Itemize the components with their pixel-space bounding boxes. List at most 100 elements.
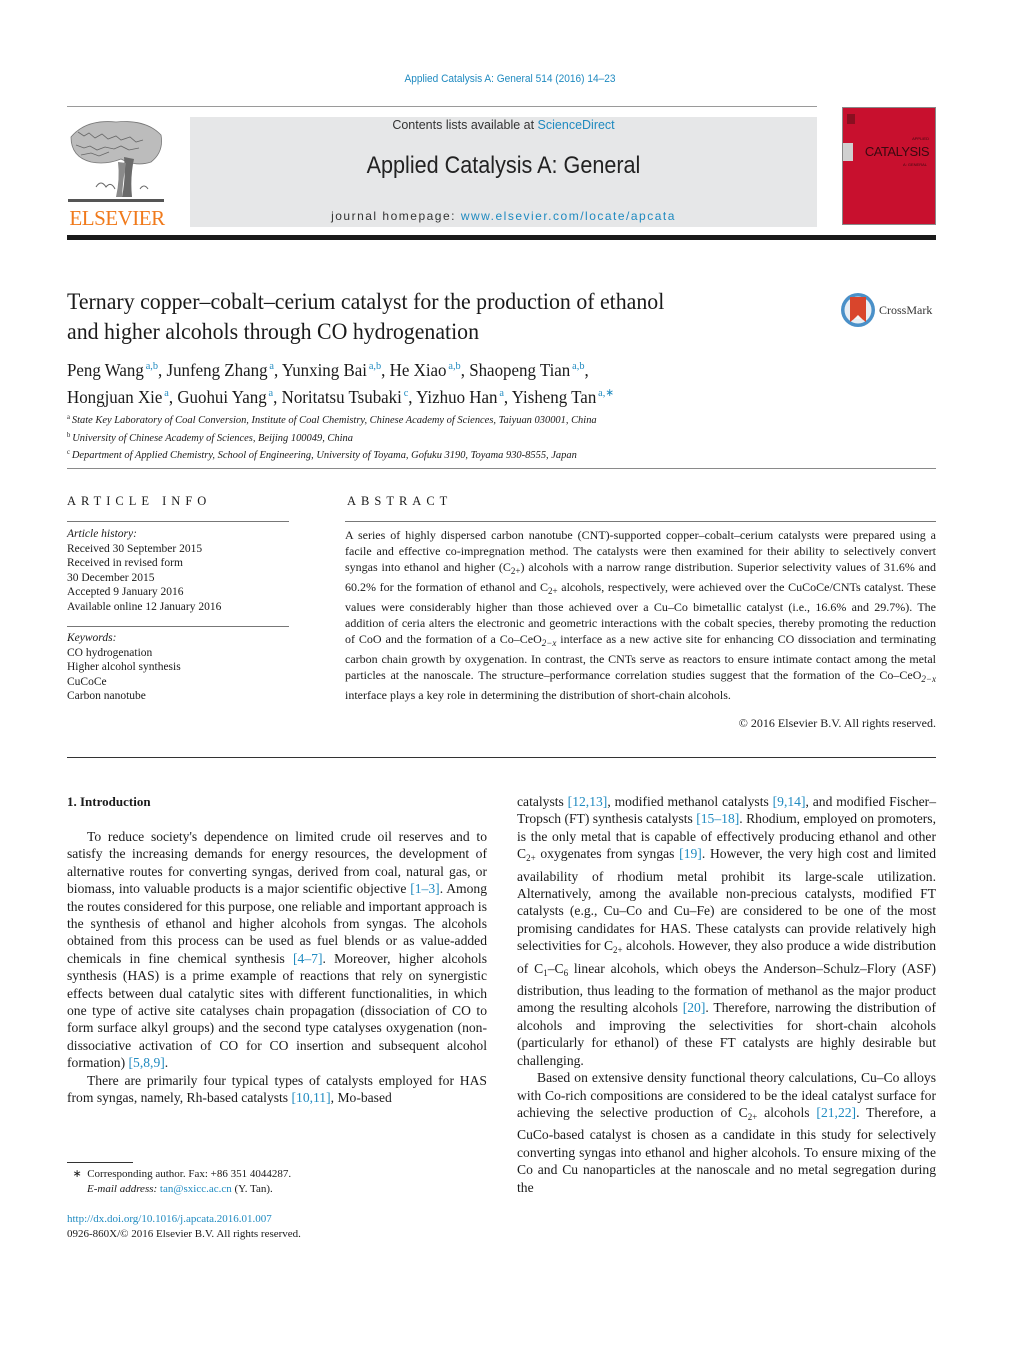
citation-link[interactable]: [12,13] [568,794,608,809]
divider [345,521,936,522]
elsevier-logo[interactable]: ELSEVIER [66,117,168,230]
crossmark-badge[interactable]: CrossMark [840,290,940,330]
doi-block: http://dx.doi.org/10.1016/j.apcata.2016.… [67,1212,301,1241]
citation-link[interactable]: [10,11] [292,1090,331,1105]
citation-link[interactable]: [9,14] [773,794,806,809]
affiliation-ref[interactable]: a,b [369,360,381,372]
affiliation-ref[interactable]: a [164,387,169,399]
article-history: Article history: Received 30 September 2… [67,527,289,614]
author-name: Guohui Yang [177,387,267,407]
body-column-left: To reduce society's dependence on limite… [67,828,487,1107]
affiliation-ref[interactable]: a,b [146,360,158,372]
header-thick-rule [67,235,936,240]
citation-link[interactable]: [5,8,9] [129,1055,165,1070]
keyword: CuCoCe [67,675,107,688]
text: , modified methanol catalysts [607,794,773,809]
author: Peng Wang a,b, [67,360,167,380]
keyword: CO hydrogenation [67,646,153,659]
author-name: Hongjuan Xie [67,387,163,407]
citation-link[interactable]: [20] [683,1000,706,1015]
author-name: Shaopeng Tian [469,360,571,380]
sciencedirect-link[interactable]: ScienceDirect [538,118,615,132]
author: Shaopeng Tian a,b, [469,360,589,380]
author: Junfeng Zhang a, [166,360,282,380]
author: Guohui Yang a, [177,387,282,407]
affiliation: b University of Chinese Academy of Scienc… [67,428,903,446]
journal-title: Applied Catalysis A: General [366,152,641,179]
citation-link[interactable]: [21,22] [816,1105,856,1120]
cover-logo-mark [847,114,855,124]
abstract-fragment: interface plays a key role in determinin… [345,688,731,702]
keyword: Higher alcohol synthesis [67,661,181,673]
text: . [164,1055,169,1071]
homepage-line: journal homepage: www.elsevier.com/locat… [190,209,817,223]
running-head[interactable]: Applied Catalysis A: General 514 (2016) … [41,73,979,85]
contents-prefix: Contents lists available at [392,118,538,132]
history-label: Article history: [67,528,137,540]
email-suffix: (Y. Tan). [231,1182,273,1195]
citation-link[interactable]: [1–3] [410,881,439,896]
author-list: Peng Wang a,b, Junfeng Zhang a, Yunxing Ba… [67,355,885,409]
subscript: 2+ [510,566,521,576]
article-title: Ternary copper–cobalt–cerium catalyst fo… [67,287,789,347]
paragraph: To reduce society's dependence on limite… [67,828,487,1072]
subscript: 2−x [541,638,557,648]
paragraph: catalysts [12,13], modified methanol cat… [517,793,936,1069]
affiliation-ref[interactable]: a [269,387,274,399]
section-heading: 1. Introduction [67,794,151,809]
citation-link[interactable]: [19] [679,846,702,861]
history-item: 30 December 2015 [67,571,155,584]
author: Hongjuan Xie a, [67,387,178,407]
divider [67,757,936,758]
copyright-notice: © 2016 Elsevier B.V. All rights reserved… [738,716,936,730]
author: He Xiao a,b, [389,360,470,380]
contents-line: Contents lists available at ScienceDirec… [190,118,817,132]
star-marker: ∗ [72,1168,82,1180]
author-name: He Xiao [389,360,447,380]
history-item: Received in revised form [67,557,183,569]
text: oxygenates from syngas [535,846,680,862]
history-item: Received 30 September 2015 [67,542,203,555]
affiliation-ref[interactable]: a [499,387,504,399]
divider [67,626,289,627]
affiliation-ref[interactable]: c [404,387,409,399]
title-line: Ternary copper–cobalt–cerium catalyst fo… [67,289,665,314]
author-name: Peng Wang [67,360,144,380]
doi-link[interactable]: http://dx.doi.org/10.1016/j.apcata.2016.… [67,1213,272,1225]
article-info-heading: ARTICLE INFO [67,494,212,508]
citation-link[interactable]: [4–7] [293,951,322,966]
affiliation-text: Department of Applied Chemistry, School … [71,449,577,461]
cover-small-text: A: GENERAL [902,162,927,167]
subscript: 2+ [747,1111,758,1122]
paragraph: Based on extensive density functional th… [517,1069,936,1196]
affiliation-ref[interactable]: a,∗ [598,387,614,399]
journal-citation-link[interactable]: Applied Catalysis A: General 514 (2016) … [405,73,616,85]
corresponding-text: Corresponding author. Fax: +86 351 40442… [87,1168,292,1180]
title-line: and higher alcohols through CO hydrogena… [67,319,480,344]
affiliation-key: a [67,413,70,421]
affiliation-ref[interactable]: a,b [448,360,460,372]
affiliation-ref[interactable]: a [269,360,274,372]
journal-homepage-link[interactable]: www.elsevier.com/locate/apcata [461,209,676,223]
elsevier-wordmark: ELSEVIER [69,206,165,230]
journal-masthead: Contents lists available at ScienceDirec… [190,117,817,227]
affiliation-key: b [67,430,71,439]
author: Yisheng Tan a,∗ [512,387,614,407]
text: . Moreover, higher alcohols synthesis (H… [67,950,487,1071]
subscript: 2+ [526,853,536,864]
paragraph: There are primarily four typical types o… [67,1072,487,1107]
corresponding-author-note: ∗ Corresponding author. Fax: +86 351 404… [67,1167,292,1182]
text: , Mo-based [330,1090,392,1106]
divider [67,521,289,522]
elsevier-tree-icon [68,121,164,202]
footnote: ∗ Corresponding author. Fax: +86 351 404… [67,1167,292,1196]
author: Yunxing Bai a,b, [281,360,390,380]
email-link[interactable]: tan@sxicc.ac.cn [160,1183,232,1195]
email-label: E-mail address: [87,1182,160,1195]
affiliation-text: University of Chinese Academy of Science… [72,431,353,444]
journal-cover-thumbnail[interactable]: CATALYSIS APPLIED A: GENERAL [842,107,936,225]
citation-link[interactable]: [15–18] [696,811,739,826]
subscript: 2−x [921,674,936,684]
author-name: Yunxing Bai [281,360,367,380]
affiliation-ref[interactable]: a,b [572,360,584,372]
